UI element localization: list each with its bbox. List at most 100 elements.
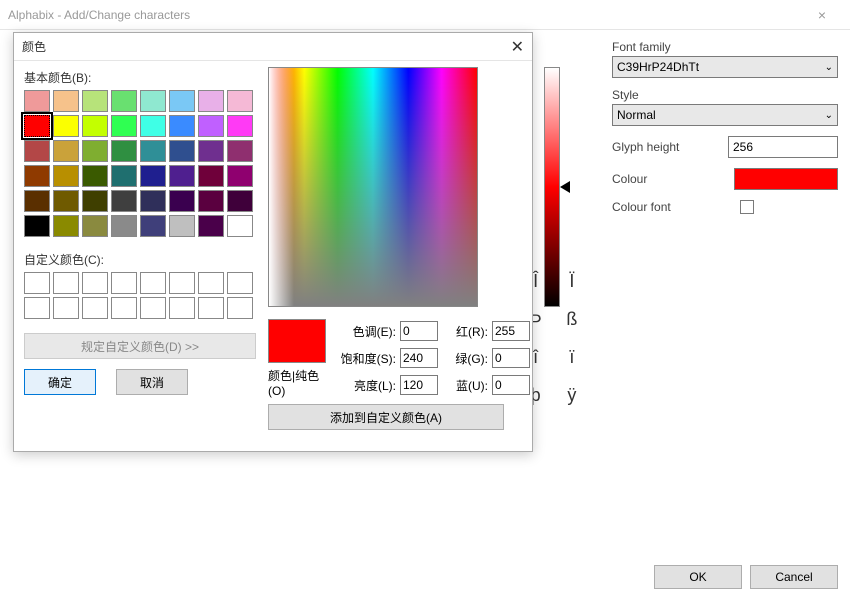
custom-swatch[interactable]: [198, 297, 224, 319]
style-dropdown[interactable]: Normal ⌄: [612, 104, 838, 126]
basic-color-swatch[interactable]: [198, 115, 224, 137]
custom-swatch[interactable]: [82, 272, 108, 294]
basic-color-swatch[interactable]: [111, 215, 137, 237]
basic-color-swatch[interactable]: [53, 140, 79, 162]
lum-input[interactable]: [400, 375, 438, 395]
basic-color-swatch[interactable]: [111, 165, 137, 187]
basic-color-swatch[interactable]: [111, 90, 137, 112]
custom-swatch[interactable]: [169, 272, 195, 294]
basic-color-swatch[interactable]: [140, 90, 166, 112]
basic-color-swatch[interactable]: [24, 140, 50, 162]
colour-font-row: Colour font: [612, 200, 838, 214]
custom-swatch[interactable]: [24, 297, 50, 319]
basic-color-swatch[interactable]: [24, 215, 50, 237]
basic-color-swatch[interactable]: [24, 90, 50, 112]
close-icon[interactable]: ×: [802, 7, 842, 23]
green-label: 绿(G):: [444, 350, 488, 367]
basic-color-swatch[interactable]: [198, 190, 224, 212]
hue-input[interactable]: [400, 321, 438, 341]
basic-color-swatch[interactable]: [53, 90, 79, 112]
luminance-slider[interactable]: [544, 67, 560, 307]
glyph-cell[interactable]: ÿ: [554, 376, 590, 414]
colour-font-checkbox[interactable]: [740, 200, 754, 214]
basic-color-swatch[interactable]: [227, 215, 253, 237]
cancel-button[interactable]: Cancel: [750, 565, 838, 589]
glyph-height-input[interactable]: [728, 136, 838, 158]
basic-color-swatch[interactable]: [198, 90, 224, 112]
basic-color-swatch[interactable]: [53, 165, 79, 187]
add-custom-color-button[interactable]: 添加到自定义颜色(A): [268, 404, 504, 430]
basic-color-swatch[interactable]: [169, 90, 195, 112]
define-custom-button[interactable]: 规定自定义颜色(D) >>: [24, 333, 256, 359]
green-input[interactable]: [492, 348, 530, 368]
red-input[interactable]: [492, 321, 530, 341]
preview-swatch: [268, 319, 326, 363]
basic-color-swatch[interactable]: [227, 165, 253, 187]
custom-swatch[interactable]: [140, 297, 166, 319]
basic-color-swatch[interactable]: [111, 115, 137, 137]
basic-color-swatch[interactable]: [111, 140, 137, 162]
colour-swatch[interactable]: [734, 168, 838, 190]
basic-color-swatch[interactable]: [140, 165, 166, 187]
color-preview-area: 颜色|纯色(O) 色调(E): 红(R): 饱和度(S): 绿(G): 亮度(L…: [268, 319, 532, 398]
font-family-dropdown[interactable]: C39HrP24DhTt ⌄: [612, 56, 838, 78]
basic-color-swatch[interactable]: [24, 165, 50, 187]
custom-swatch[interactable]: [227, 297, 253, 319]
sat-input[interactable]: [400, 348, 438, 368]
basic-color-swatch[interactable]: [53, 215, 79, 237]
basic-color-swatch[interactable]: [169, 215, 195, 237]
basic-color-swatch[interactable]: [53, 115, 79, 137]
basic-color-swatch[interactable]: [198, 140, 224, 162]
custom-swatch[interactable]: [111, 272, 137, 294]
basic-color-swatch[interactable]: [227, 90, 253, 112]
basic-color-swatch[interactable]: [82, 190, 108, 212]
style-field: Style Normal ⌄: [612, 88, 838, 126]
style-label: Style: [612, 88, 838, 102]
main-titlebar: Alphabix - Add/Change characters ×: [0, 0, 850, 30]
dialog-ok-button[interactable]: 确定: [24, 369, 96, 395]
basic-color-swatch[interactable]: [82, 115, 108, 137]
font-family-field: Font family C39HrP24DhTt ⌄: [612, 40, 838, 78]
blue-input[interactable]: [492, 375, 530, 395]
basic-color-swatch[interactable]: [140, 215, 166, 237]
basic-color-swatch[interactable]: [140, 190, 166, 212]
basic-color-swatch[interactable]: [227, 140, 253, 162]
custom-swatch[interactable]: [53, 297, 79, 319]
window-title: Alphabix - Add/Change characters: [8, 8, 802, 22]
basic-color-swatch[interactable]: [82, 215, 108, 237]
basic-color-swatch[interactable]: [169, 190, 195, 212]
basic-color-swatch[interactable]: [198, 215, 224, 237]
custom-swatch[interactable]: [227, 272, 253, 294]
basic-color-swatch[interactable]: [169, 165, 195, 187]
close-icon[interactable]: ✕: [511, 37, 524, 57]
basic-color-swatch[interactable]: [169, 140, 195, 162]
custom-swatch[interactable]: [111, 297, 137, 319]
basic-color-swatch[interactable]: [82, 140, 108, 162]
glyph-cell[interactable]: ï: [554, 338, 590, 376]
basic-color-swatch[interactable]: [140, 140, 166, 162]
basic-color-swatch[interactable]: [24, 115, 50, 137]
solid-color-label: 颜色|纯色(O): [268, 367, 326, 398]
basic-color-swatch[interactable]: [227, 190, 253, 212]
basic-color-swatch[interactable]: [24, 190, 50, 212]
custom-swatch[interactable]: [169, 297, 195, 319]
custom-swatch[interactable]: [24, 272, 50, 294]
custom-swatch[interactable]: [82, 297, 108, 319]
basic-color-swatch[interactable]: [198, 165, 224, 187]
custom-swatch[interactable]: [198, 272, 224, 294]
basic-color-swatch[interactable]: [227, 115, 253, 137]
preview-block: 颜色|纯色(O): [268, 319, 326, 398]
basic-color-swatch[interactable]: [82, 90, 108, 112]
color-gradient-picker[interactable]: [268, 67, 478, 307]
colour-label: Colour: [612, 172, 726, 186]
ok-button[interactable]: OK: [654, 565, 742, 589]
basic-colors-grid: [24, 90, 256, 237]
basic-color-swatch[interactable]: [140, 115, 166, 137]
basic-color-swatch[interactable]: [53, 190, 79, 212]
dialog-cancel-button[interactable]: 取消: [116, 369, 188, 395]
basic-color-swatch[interactable]: [169, 115, 195, 137]
custom-swatch[interactable]: [53, 272, 79, 294]
basic-color-swatch[interactable]: [111, 190, 137, 212]
custom-swatch[interactable]: [140, 272, 166, 294]
basic-color-swatch[interactable]: [82, 165, 108, 187]
